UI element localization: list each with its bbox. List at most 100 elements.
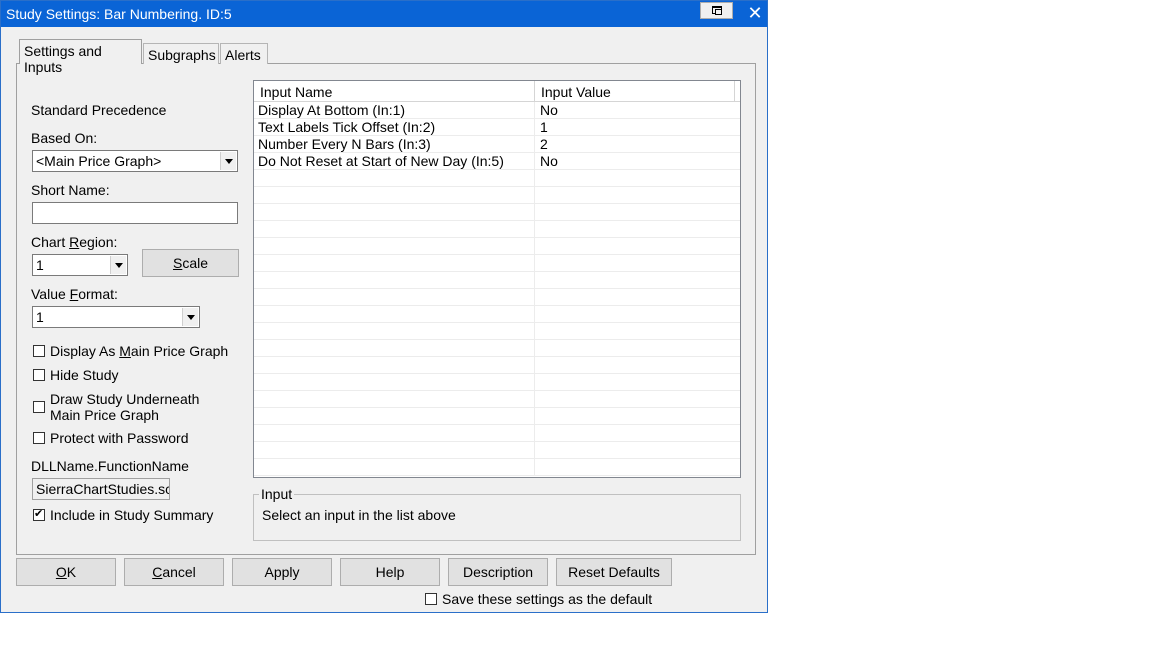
table-row[interactable] <box>254 374 740 391</box>
table-header: Input Name Input Value <box>254 81 740 102</box>
apply-button[interactable]: Apply <box>232 558 332 586</box>
input-value-cell[interactable] <box>535 272 740 288</box>
input-value-cell[interactable] <box>535 340 740 356</box>
tab-settings-and-inputs[interactable]: Settings and Inputs <box>19 39 142 75</box>
table-row[interactable]: Text Labels Tick Offset (In:2) 1 <box>254 119 740 136</box>
display-as-main-label: Display As Main Price Graph <box>50 343 229 359</box>
input-value-cell[interactable]: 1 <box>535 119 740 135</box>
draw-underneath-label-line2: Main Price Graph <box>50 407 159 423</box>
table-row[interactable] <box>254 408 740 425</box>
table-row[interactable] <box>254 340 740 357</box>
input-value-cell[interactable] <box>535 357 740 373</box>
draw-underneath-checkbox[interactable] <box>33 401 45 413</box>
table-row[interactable] <box>254 187 740 204</box>
input-value-cell[interactable] <box>535 459 740 475</box>
table-row[interactable] <box>254 170 740 187</box>
input-value-cell[interactable]: No <box>535 102 740 118</box>
input-name-cell <box>254 204 535 220</box>
input-name-cell <box>254 357 535 373</box>
column-header-input-name[interactable]: Input Name <box>254 81 535 101</box>
chevron-down-icon[interactable] <box>110 256 126 274</box>
tab-subgraphs[interactable]: Subgraphs <box>143 43 219 64</box>
table-row[interactable] <box>254 204 740 221</box>
table-row[interactable] <box>254 238 740 255</box>
input-value-cell[interactable] <box>535 187 740 203</box>
input-name-cell <box>254 170 535 186</box>
input-name-cell <box>254 459 535 475</box>
cancel-button[interactable]: Cancel <box>124 558 224 586</box>
save-default-label: Save these settings as the default <box>442 591 653 607</box>
restore-button[interactable] <box>700 2 733 19</box>
input-name-cell <box>254 238 535 254</box>
based-on-select[interactable]: <Main Price Graph> <box>32 150 238 172</box>
description-button[interactable]: Description <box>448 558 548 586</box>
draw-underneath-label-line1: Draw Study Underneath <box>50 391 200 407</box>
table-row[interactable]: Do Not Reset at Start of New Day (In:5) N… <box>254 153 740 170</box>
column-header-input-value[interactable]: Input Value <box>535 81 735 101</box>
table-row[interactable] <box>254 323 740 340</box>
scale-button[interactable]: Scale <box>142 249 239 277</box>
input-value-cell[interactable] <box>535 221 740 237</box>
include-summary-checkbox[interactable] <box>33 507 45 521</box>
inputs-table[interactable]: Input Name Input Value Display At Bottom… <box>253 80 741 478</box>
based-on-label: Based On: <box>31 130 98 146</box>
input-value-cell[interactable]: 2 <box>535 136 740 152</box>
tab-alerts[interactable]: Alerts <box>220 43 268 64</box>
table-row[interactable]: Number Every N Bars (In:3) 2 <box>254 136 740 153</box>
input-name-cell <box>254 272 535 288</box>
table-row[interactable] <box>254 255 740 272</box>
tab-label: Subgraphs <box>148 47 216 63</box>
reset-defaults-button[interactable]: Reset Defaults <box>556 558 672 586</box>
input-value-cell[interactable] <box>535 374 740 390</box>
help-button[interactable]: Help <box>340 558 440 586</box>
chart-region-label: Chart Region: <box>31 234 118 250</box>
input-value-cell[interactable] <box>535 289 740 305</box>
input-value-cell[interactable] <box>535 391 740 407</box>
input-value-cell[interactable]: No <box>535 153 740 169</box>
title-bar[interactable]: Study Settings: Bar Numbering. ID:5 ✕ <box>1 1 767 27</box>
ok-button[interactable]: OK <box>16 558 116 586</box>
chevron-down-icon[interactable] <box>182 308 198 326</box>
input-name-cell: Do Not Reset at Start of New Day (In:5) <box>254 153 535 169</box>
hide-study-label: Hide Study <box>50 367 119 383</box>
table-row[interactable]: Display At Bottom (In:1) No <box>254 102 740 119</box>
table-row[interactable] <box>254 289 740 306</box>
table-row[interactable] <box>254 221 740 238</box>
input-value-cell[interactable] <box>535 408 740 424</box>
input-value-cell[interactable] <box>535 425 740 441</box>
input-name-cell <box>254 255 535 271</box>
input-value-cell[interactable] <box>535 255 740 271</box>
table-row[interactable] <box>254 272 740 289</box>
chevron-down-icon[interactable] <box>220 152 236 170</box>
table-row[interactable] <box>254 306 740 323</box>
chart-region-select[interactable]: 1 <box>32 254 128 276</box>
input-value-cell[interactable] <box>535 323 740 339</box>
dll-name-field[interactable]: SierraChartStudies.scsf_BarNumbering <box>32 478 170 500</box>
value-format-select[interactable]: 1 <box>32 306 200 328</box>
tab-label: Alerts <box>225 47 261 63</box>
input-name-cell <box>254 340 535 356</box>
input-value-cell[interactable] <box>535 306 740 322</box>
table-row[interactable] <box>254 459 740 476</box>
display-as-main-checkbox[interactable] <box>33 345 45 357</box>
protect-password-checkbox[interactable] <box>33 432 45 444</box>
input-name-cell <box>254 323 535 339</box>
table-row[interactable] <box>254 425 740 442</box>
table-row[interactable] <box>254 357 740 374</box>
input-name-cell <box>254 374 535 390</box>
input-value-cell[interactable] <box>535 204 740 220</box>
input-value-cell[interactable] <box>535 170 740 186</box>
dll-name-label: DLLName.FunctionName <box>31 458 189 474</box>
close-button[interactable]: ✕ <box>745 3 765 23</box>
input-name-cell <box>254 187 535 203</box>
input-value-cell[interactable] <box>535 238 740 254</box>
input-name-cell: Display At Bottom (In:1) <box>254 102 535 118</box>
short-name-input[interactable] <box>32 202 238 224</box>
table-row[interactable] <box>254 442 740 459</box>
save-default-checkbox[interactable] <box>425 593 437 605</box>
table-body: Display At Bottom (In:1) No Text Labels Ti… <box>254 102 740 476</box>
input-value-cell[interactable] <box>535 442 740 458</box>
hide-study-checkbox[interactable] <box>33 369 45 381</box>
input-name-cell <box>254 442 535 458</box>
table-row[interactable] <box>254 391 740 408</box>
